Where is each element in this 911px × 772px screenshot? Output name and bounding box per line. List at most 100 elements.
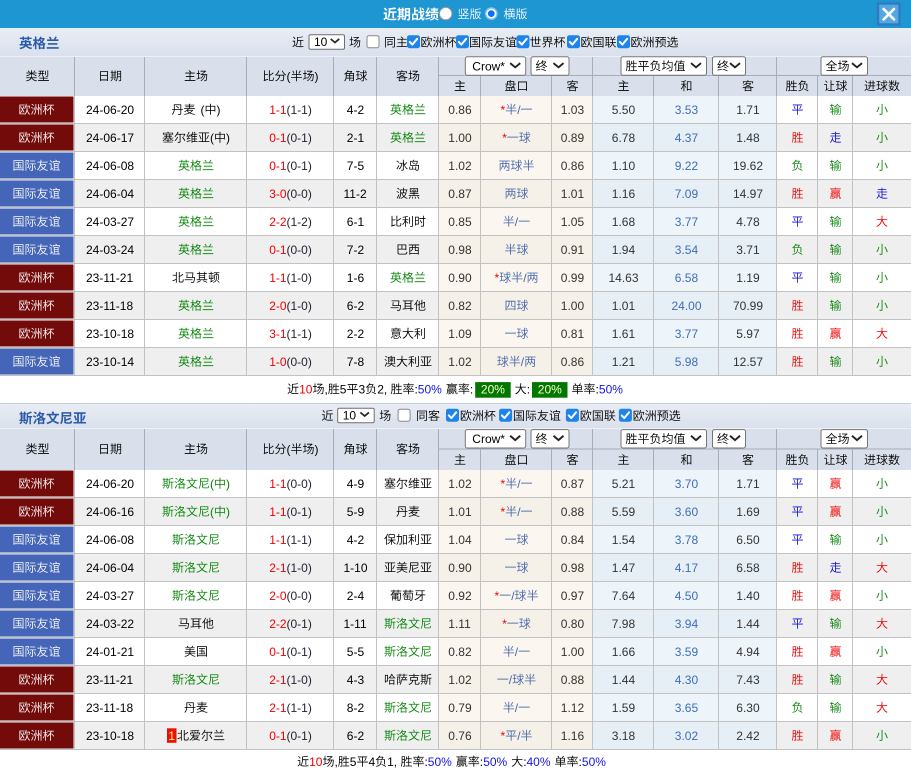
svg-text:0-1: 0-1 bbox=[269, 645, 287, 659]
svg-text:23-11-18: 23-11-18 bbox=[86, 701, 133, 715]
svg-text:23-11-18: 23-11-18 bbox=[86, 299, 133, 313]
svg-text:*: * bbox=[501, 505, 506, 519]
svg-text:(1-0): (1-0) bbox=[287, 673, 312, 687]
svg-text:1.11: 1.11 bbox=[448, 617, 471, 631]
svg-text:1: 1 bbox=[168, 729, 175, 743]
svg-text:): ) bbox=[226, 505, 230, 519]
svg-text:1.66: 1.66 bbox=[612, 645, 636, 659]
svg-text:0.99: 0.99 bbox=[561, 271, 585, 285]
svg-text:40%: 40% bbox=[527, 755, 551, 769]
svg-text:(: ( bbox=[210, 505, 214, 519]
svg-text:19.62: 19.62 bbox=[733, 159, 763, 173]
svg-text:6-1: 6-1 bbox=[347, 215, 365, 229]
svg-text:0.86: 0.86 bbox=[561, 355, 585, 369]
svg-text:5.59: 5.59 bbox=[612, 505, 636, 519]
svg-text:10: 10 bbox=[314, 35, 328, 49]
svg-text:1.48: 1.48 bbox=[736, 131, 760, 145]
svg-text:5: 5 bbox=[340, 382, 347, 396]
svg-text:2-2: 2-2 bbox=[347, 327, 365, 341]
svg-text:*: * bbox=[502, 617, 507, 631]
svg-text:(1-1): (1-1) bbox=[287, 701, 312, 715]
svg-text:1.02: 1.02 bbox=[448, 159, 472, 173]
svg-text:0.80: 0.80 bbox=[561, 617, 585, 631]
svg-text:23-10-18: 23-10-18 bbox=[86, 729, 134, 743]
svg-text:): ) bbox=[315, 69, 319, 83]
svg-text:1.10: 1.10 bbox=[612, 159, 636, 173]
svg-text:(1-0): (1-0) bbox=[287, 561, 312, 575]
svg-text:): ) bbox=[226, 477, 230, 491]
svg-text:6.58: 6.58 bbox=[736, 561, 760, 575]
svg-text:(0-0): (0-0) bbox=[287, 187, 312, 201]
svg-text:1.03: 1.03 bbox=[561, 103, 585, 117]
svg-text:1-6: 1-6 bbox=[347, 271, 365, 285]
svg-text:,: , bbox=[325, 382, 328, 396]
svg-text:3.53: 3.53 bbox=[675, 103, 699, 117]
svg-text:3.71: 3.71 bbox=[736, 243, 760, 257]
svg-text:0.86: 0.86 bbox=[448, 103, 472, 117]
svg-text:1.00: 1.00 bbox=[561, 299, 585, 313]
svg-text:(: ( bbox=[287, 69, 291, 83]
svg-text:5.97: 5.97 bbox=[736, 327, 760, 341]
svg-text:3-1: 3-1 bbox=[269, 327, 287, 341]
svg-text:0-1: 0-1 bbox=[269, 729, 287, 743]
svg-text:(0-1): (0-1) bbox=[287, 505, 312, 519]
svg-text:2-1: 2-1 bbox=[269, 701, 287, 715]
svg-text:7-5: 7-5 bbox=[347, 159, 365, 173]
svg-text:1.16: 1.16 bbox=[612, 187, 636, 201]
svg-text:7-8: 7-8 bbox=[347, 355, 365, 369]
svg-text:1.16: 1.16 bbox=[561, 729, 585, 743]
svg-text:(0-1): (0-1) bbox=[287, 159, 312, 173]
svg-text:3.02: 3.02 bbox=[675, 729, 699, 743]
svg-text:3.77: 3.77 bbox=[675, 327, 699, 341]
svg-text:10: 10 bbox=[309, 755, 323, 769]
svg-text:0.92: 0.92 bbox=[448, 589, 472, 603]
svg-text:23-10-18: 23-10-18 bbox=[86, 327, 134, 341]
svg-text:5.50: 5.50 bbox=[612, 103, 636, 117]
svg-text:50%: 50% bbox=[582, 755, 606, 769]
svg-text:(1-1): (1-1) bbox=[287, 103, 312, 117]
svg-text:(1-1): (1-1) bbox=[287, 533, 312, 547]
svg-text:6-2: 6-2 bbox=[347, 299, 365, 313]
svg-text:(1-2): (1-2) bbox=[287, 215, 312, 229]
svg-text:1.71: 1.71 bbox=[736, 103, 760, 117]
svg-text:2,: 2, bbox=[377, 382, 387, 396]
svg-text:4-2: 4-2 bbox=[347, 533, 365, 547]
svg-text:4.78: 4.78 bbox=[736, 215, 760, 229]
svg-text:Crow*: Crow* bbox=[472, 432, 505, 446]
svg-text:50%: 50% bbox=[483, 755, 507, 769]
svg-text:2-1: 2-1 bbox=[347, 131, 365, 145]
svg-text:2-0: 2-0 bbox=[269, 299, 287, 313]
svg-text:6-2: 6-2 bbox=[347, 729, 365, 743]
svg-text:24-06-08: 24-06-08 bbox=[86, 159, 134, 173]
svg-text:1.09: 1.09 bbox=[448, 327, 472, 341]
svg-text:1-1: 1-1 bbox=[269, 271, 287, 285]
svg-text:23-11-21: 23-11-21 bbox=[86, 271, 133, 285]
svg-text:23-11-21: 23-11-21 bbox=[86, 673, 133, 687]
svg-text:(0-1): (0-1) bbox=[287, 131, 312, 145]
svg-text:0.87: 0.87 bbox=[448, 187, 472, 201]
svg-text:0.90: 0.90 bbox=[448, 271, 472, 285]
svg-text:6.58: 6.58 bbox=[675, 271, 699, 285]
svg-text:(0-0): (0-0) bbox=[287, 589, 312, 603]
svg-text:Crow*: Crow* bbox=[472, 59, 505, 73]
svg-text:0.98: 0.98 bbox=[448, 243, 472, 257]
svg-text:0.82: 0.82 bbox=[448, 299, 472, 313]
svg-text:1.12: 1.12 bbox=[561, 701, 585, 715]
svg-text:*: * bbox=[502, 131, 507, 145]
svg-text:(0-1): (0-1) bbox=[287, 617, 312, 631]
svg-text:24-03-22: 24-03-22 bbox=[86, 617, 134, 631]
svg-text:5.21: 5.21 bbox=[612, 477, 636, 491]
svg-text:1.44: 1.44 bbox=[612, 673, 636, 687]
svg-text::: : bbox=[470, 382, 473, 396]
svg-text:1-1: 1-1 bbox=[269, 103, 287, 117]
svg-text:(0-1): (0-1) bbox=[287, 729, 312, 743]
svg-text:6.50: 6.50 bbox=[736, 533, 760, 547]
svg-text:6.30: 6.30 bbox=[736, 701, 760, 715]
svg-text:50%: 50% bbox=[599, 382, 623, 396]
svg-text:0.87: 0.87 bbox=[561, 477, 585, 491]
svg-text:2-4: 2-4 bbox=[347, 589, 365, 603]
svg-text:1.47: 1.47 bbox=[612, 561, 636, 575]
svg-text:1.01: 1.01 bbox=[448, 505, 472, 519]
svg-text:5-5: 5-5 bbox=[347, 645, 365, 659]
svg-text:1.05: 1.05 bbox=[561, 215, 585, 229]
